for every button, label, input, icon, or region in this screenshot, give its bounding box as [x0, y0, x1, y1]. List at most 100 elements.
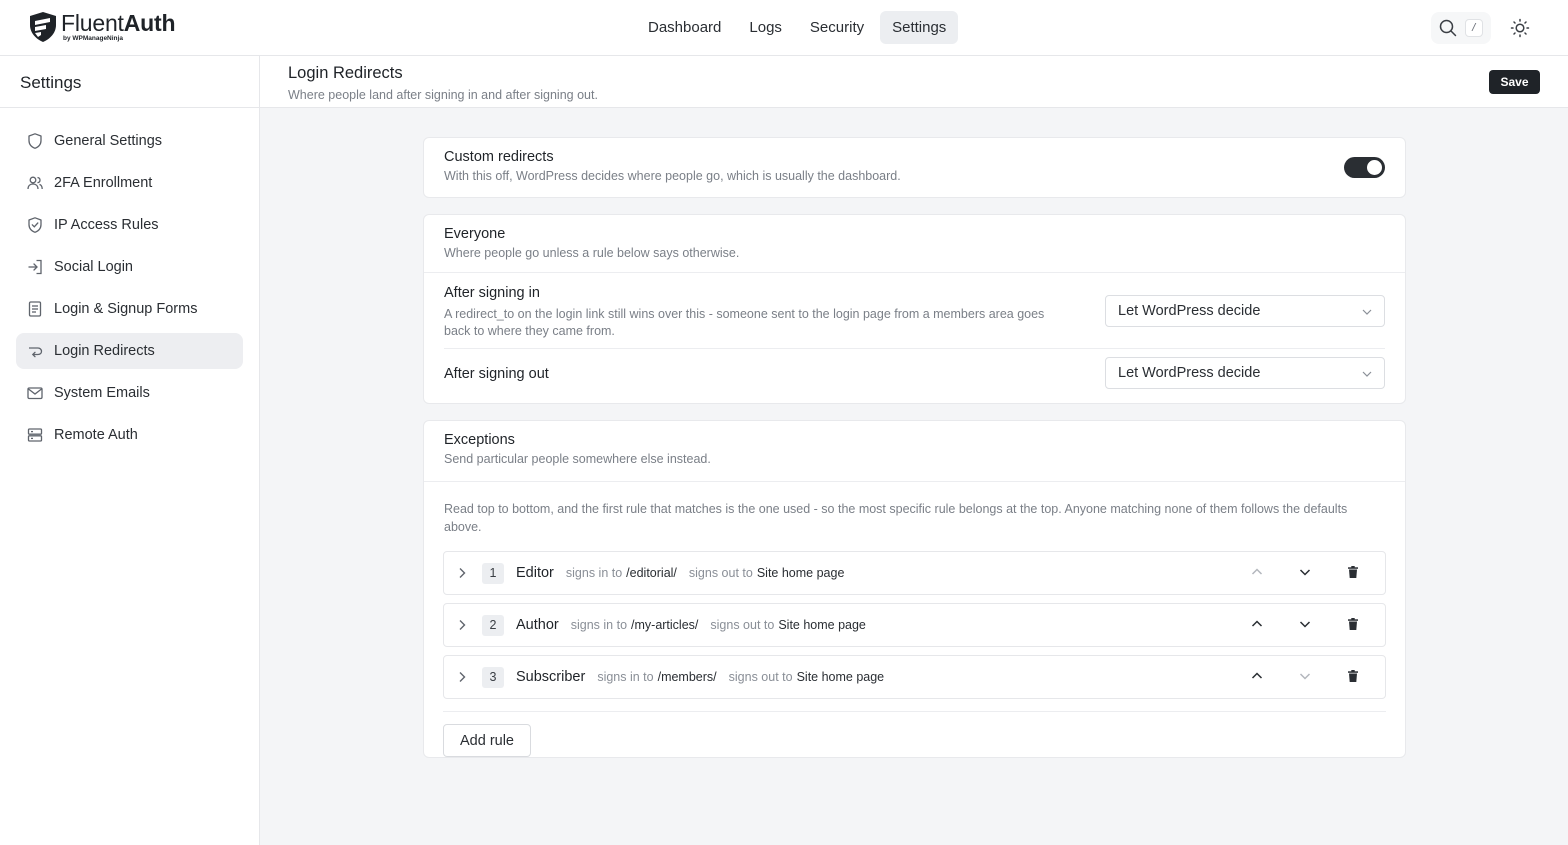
signs-out-label: signs out to [728, 670, 793, 684]
exceptions-card: Exceptions Send particular people somewh… [423, 420, 1406, 758]
exceptions-note: Read top to bottom, and the first rule t… [444, 502, 1348, 534]
signs-out-label: signs out to [688, 566, 753, 580]
after-signing-out-label: After signing out [444, 366, 549, 382]
login-icon [28, 259, 42, 275]
after-signing-out-select[interactable]: Let WordPress decide [1105, 357, 1385, 389]
nav-settings[interactable]: Settings [880, 11, 959, 44]
everyone-title: Everyone [444, 226, 506, 242]
chevron-down-icon [1362, 371, 1372, 377]
signs-in-target: /members/ [657, 670, 717, 684]
sidebar-item-general-settings[interactable]: General Settings [16, 123, 243, 159]
nav-logs[interactable]: Logs [737, 11, 794, 44]
divider [443, 711, 1386, 712]
rule-row[interactable]: 3 Subscriber signs in to /members/ signs… [443, 655, 1386, 699]
signs-out-target: Site home page [778, 618, 866, 632]
sidebar-item-label: Login Redirects [54, 343, 155, 359]
trash-icon[interactable] [1346, 617, 1360, 631]
everyone-card: Everyone Where people go unless a rule b… [423, 214, 1406, 404]
rule-row[interactable]: 2 Author signs in to /my-articles/ signs… [443, 603, 1386, 647]
exceptions-title: Exceptions [444, 432, 515, 448]
page-subtitle: Where people land after signing in and a… [288, 88, 598, 102]
brand-subtitle: by WPManageNinja [63, 35, 123, 42]
exceptions-desc: Send particular people somewhere else in… [444, 452, 711, 466]
sidebar-item-system-emails[interactable]: System Emails [16, 375, 243, 411]
nav-dashboard[interactable]: Dashboard [636, 11, 733, 44]
sun-icon[interactable] [1510, 18, 1530, 38]
main-nav: Dashboard Logs Security Settings [636, 11, 959, 44]
custom-redirects-title: Custom redirects [444, 149, 554, 165]
brand-name: FluentAuth [61, 10, 176, 36]
chevron-right-icon[interactable] [456, 566, 468, 580]
signs-out-target: Site home page [756, 566, 845, 580]
page-header: Login Redirects Where people land after … [260, 56, 1568, 108]
add-rule-button[interactable]: Add rule [443, 724, 531, 757]
mail-icon [27, 387, 43, 400]
signs-out-label: signs out to [710, 618, 775, 632]
sidebar-item-login-signup-forms[interactable]: Login & Signup Forms [16, 291, 243, 327]
fluentauth-logo-icon [30, 12, 56, 42]
sidebar-item-social-login[interactable]: Social Login [16, 249, 243, 285]
shield-check-icon [28, 217, 42, 233]
after-signing-in-select[interactable]: Let WordPress decide [1105, 295, 1385, 327]
chevron-right-icon[interactable] [456, 670, 468, 684]
search-shortcut-key: / [1465, 19, 1483, 37]
after-signing-in-label: After signing in [444, 285, 540, 301]
rule-role: Author [516, 617, 559, 633]
sidebar-item-label: General Settings [54, 133, 163, 149]
select-value: Let WordPress decide [1118, 365, 1261, 381]
nav-security[interactable]: Security [798, 11, 876, 44]
save-button[interactable]: Save [1489, 70, 1540, 94]
rule-number: 2 [482, 615, 504, 636]
select-value: Let WordPress decide [1118, 303, 1261, 319]
after-signing-out-row: After signing out Let WordPress decide [444, 349, 1385, 401]
rule-number: 1 [482, 563, 504, 584]
search-icon [1439, 19, 1457, 37]
form-icon [28, 301, 42, 317]
sidebar-item-label: System Emails [54, 385, 150, 401]
move-down-icon[interactable] [1298, 669, 1312, 683]
move-up-icon[interactable] [1250, 565, 1264, 579]
rule-number: 3 [482, 667, 504, 688]
chevron-down-icon [1362, 309, 1372, 315]
after-signing-in-row: After signing in A redirect_to on the lo… [444, 273, 1385, 349]
sidebar-item-login-redirects[interactable]: Login Redirects [16, 333, 243, 369]
after-signing-in-help: A redirect_to on the login link still wi… [444, 307, 1045, 338]
server-icon [27, 428, 43, 442]
move-down-icon[interactable] [1298, 565, 1312, 579]
signs-in-target: /editorial/ [626, 566, 677, 580]
everyone-desc: Where people go unless a rule below says… [444, 246, 740, 260]
signs-in-target: /my-articles/ [631, 618, 699, 632]
settings-sidebar: Settings General Settings 2FA Enrollment… [0, 56, 260, 845]
sidebar-item-ip-access-rules[interactable]: IP Access Rules [16, 207, 243, 243]
custom-redirects-toggle[interactable] [1344, 157, 1385, 178]
trash-icon[interactable] [1346, 669, 1360, 683]
signs-in-label: signs in to [597, 670, 654, 684]
redirect-icon [29, 347, 43, 358]
rule-role: Subscriber [516, 669, 586, 685]
signs-in-label: signs in to [570, 618, 628, 632]
trash-icon[interactable] [1346, 565, 1360, 579]
search-button[interactable]: / [1431, 12, 1491, 44]
toggle-knob [1367, 160, 1382, 175]
sidebar-item-label: Remote Auth [54, 427, 138, 443]
chevron-right-icon[interactable] [456, 618, 468, 632]
sidebar-item-label: Social Login [54, 259, 133, 275]
sidebar-item-label: IP Access Rules [54, 217, 159, 233]
signs-in-label: signs in to [565, 566, 623, 580]
shield-icon [28, 133, 42, 149]
top-bar: FluentAuth by WPManageNinja Dashboard Lo… [0, 0, 1568, 56]
users-icon [27, 176, 43, 190]
sidebar-item-2fa-enrollment[interactable]: 2FA Enrollment [16, 165, 243, 201]
move-up-icon[interactable] [1250, 617, 1264, 631]
rule-row[interactable]: 1 Editor signs in to /editorial/ signs o… [443, 551, 1386, 595]
move-down-icon[interactable] [1298, 617, 1312, 631]
signs-out-target: Site home page [796, 670, 885, 684]
rule-role: Editor [516, 565, 554, 581]
page-title: Login Redirects [288, 64, 403, 82]
custom-redirects-card: Custom redirects With this off, WordPres… [423, 137, 1406, 198]
brand-logo[interactable]: FluentAuth by WPManageNinja [28, 10, 176, 43]
sidebar-item-remote-auth[interactable]: Remote Auth [16, 417, 243, 453]
sidebar-item-label: 2FA Enrollment [54, 175, 153, 191]
custom-redirects-desc: With this off, WordPress decides where p… [444, 169, 901, 183]
move-up-icon[interactable] [1250, 669, 1264, 683]
